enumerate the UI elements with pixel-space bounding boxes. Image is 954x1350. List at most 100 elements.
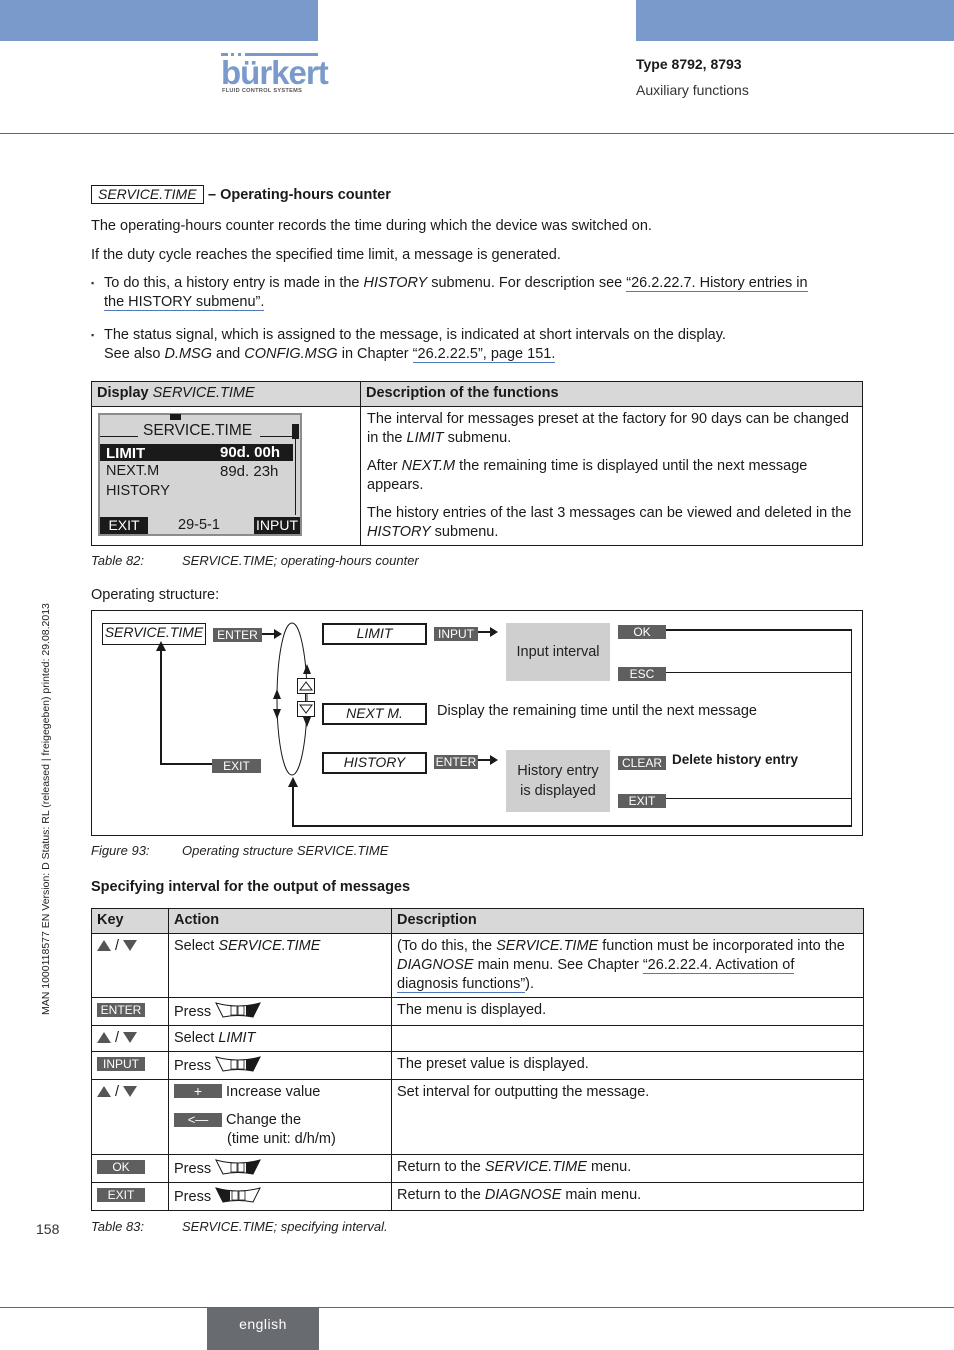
triangle-up-icon — [97, 940, 111, 951]
document-type: Type 8792, 8793 — [636, 56, 742, 72]
key-cell: / — [91, 933, 169, 998]
keypad-right-active-icon — [215, 1056, 262, 1072]
loop-arrow-up-left — [273, 689, 281, 699]
footer-divider — [0, 1307, 954, 1308]
display-row-next-m-value: 89d. 23h — [220, 463, 279, 480]
bottom-return-line — [292, 825, 852, 827]
function-name-box: SERVICE.TIME — [91, 185, 204, 204]
bullet-history: To do this, a history entry is made in t… — [91, 274, 864, 312]
display-input-softkey[interactable]: INPUT — [254, 517, 300, 534]
intro-paragraph-1: The operating-hours counter records the … — [91, 218, 652, 234]
triangle-down-icon — [123, 940, 138, 951]
table82-header-description: Description of the functions — [360, 381, 863, 407]
desc-limit: The interval for messages preset at the … — [367, 411, 849, 446]
link-history-entries[interactable]: “26.2.22.7. History entries in — [626, 275, 808, 292]
function-heading-text: – Operating-hours counter — [208, 187, 391, 203]
node-history: HISTORY — [322, 752, 427, 774]
exit-return-line — [160, 645, 162, 765]
exit-key-badge: EXIT — [97, 1188, 145, 1202]
language-tab[interactable]: english — [207, 1308, 319, 1350]
plus-key-badge: + — [174, 1084, 222, 1098]
key-esc: ESC — [618, 665, 666, 683]
brand-name: bürkert — [221, 54, 329, 91]
enter-key-badge: ENTER — [97, 1003, 145, 1017]
display-row-history-label: HISTORY — [106, 483, 170, 499]
loop-arrow-down-right — [303, 717, 311, 727]
up-arrow-key — [297, 678, 315, 694]
bullet-status-signal: The status signal, which is assigned to … — [91, 326, 864, 364]
display-row-limit: LIMIT 90d. 00h — [100, 444, 293, 462]
triangle-up-icon — [299, 681, 313, 691]
down-arrow-key — [297, 701, 315, 717]
table83-header-description: Description — [391, 908, 864, 934]
loop-arrow-down-left — [273, 709, 281, 719]
triangle-down-icon — [299, 704, 313, 714]
triangle-up-icon — [97, 1032, 111, 1043]
description-cell: (To do this, the SERVICE.TIME function m… — [391, 933, 864, 998]
display-row-next-m-label: NEXT.M — [106, 463, 160, 479]
link-chapter-26-2-22-5[interactable]: “26.2.22.5”, page 151. — [412, 346, 556, 363]
clear-description: Delete history entry — [672, 752, 799, 767]
keypad-left-active-icon — [215, 1187, 262, 1203]
keypad-right-active-icon — [215, 1002, 262, 1018]
header-band-left — [0, 0, 318, 41]
display-scrollbar-track — [295, 439, 296, 515]
page-number: 158 — [36, 1221, 60, 1237]
section-heading-specifying-interval: Specifying interval for the output of me… — [91, 879, 411, 895]
figure-93-operating-structure: SERVICE.TIME ENTER EXIT LIMIT NEXT M. HI… — [91, 610, 863, 836]
desc-history: The history entries of the last 3 messag… — [367, 505, 852, 540]
triangle-down-icon — [123, 1032, 138, 1043]
table83-header-key: Key — [91, 908, 169, 934]
back-arrow-key-badge: <— — [174, 1113, 222, 1127]
ok-key-badge: OK — [97, 1160, 145, 1174]
table-row: ENTER Press The menu is displayed. — [91, 997, 864, 1026]
keypad-right-active-icon — [215, 1159, 262, 1175]
section-title: Auxiliary functions — [636, 82, 749, 98]
table-row: / Select LIMIT — [91, 1025, 864, 1052]
next-m-description: Display the remaining time until the nex… — [437, 703, 757, 719]
display-exit-softkey[interactable]: EXIT — [100, 517, 148, 534]
table-83: Key Action Description / Select SERVICE.… — [91, 908, 864, 1211]
table82-description-cell: The interval for messages preset at the … — [360, 406, 863, 546]
desc-next-m: After NEXT.M the remaining time is displ… — [367, 458, 808, 493]
arrow-up-to-loop — [288, 777, 298, 787]
table-row: EXIT Press Return to the DIAGNOSE main m… — [91, 1182, 864, 1211]
node-next-m: NEXT M. — [322, 703, 427, 725]
display-scrollbar-thumb — [292, 424, 299, 439]
operating-structure-label: Operating structure: — [91, 587, 220, 603]
key-exit-history: EXIT — [618, 792, 666, 810]
table82-caption: Table 82: SERVICE.TIME; operating-hours c… — [91, 553, 419, 568]
input-key-badge: INPUT — [97, 1057, 145, 1071]
brand-tagline: FLUID CONTROL SYSTEMS — [222, 88, 303, 94]
intro-paragraph-2: If the duty cycle reaches the specified … — [91, 247, 561, 263]
loop-arrow-up-right — [303, 664, 311, 674]
key-input: INPUT — [434, 625, 478, 643]
link-history-entries-cont[interactable]: the HISTORY submenu”. — [104, 294, 265, 311]
triangle-up-icon — [97, 1086, 111, 1097]
node-limit: LIMIT — [322, 623, 427, 645]
triangle-down-icon — [123, 1086, 138, 1097]
header-band-right — [636, 0, 954, 41]
function-heading: SERVICE.TIME – Operating-hours counter — [91, 185, 391, 204]
key-ok: OK — [618, 623, 666, 641]
menu-loop-ellipse — [273, 622, 311, 776]
key-enter-history: ENTER — [434, 755, 478, 769]
device-display: SERVICE.TIME LIMIT 90d. 00h NEXT.M 89d. … — [98, 413, 302, 536]
display-menu-code: 29-5-1 — [178, 517, 220, 533]
key-clear: CLEAR — [618, 754, 666, 772]
table83-caption: Table 83: SERVICE.TIME; specifying interv… — [91, 1219, 388, 1234]
table-row: INPUT Press The preset value is displaye… — [91, 1051, 864, 1080]
action-cell: Select SERVICE.TIME — [168, 933, 392, 998]
table-row: / + Increase value <— Change the (time un… — [91, 1079, 864, 1155]
arrow-up-to-root — [156, 641, 166, 651]
history-entry-box: History entry is displayed — [506, 750, 610, 812]
display-title: SERVICE.TIME — [143, 422, 253, 439]
table-row: / Select SERVICE.TIME (To do this, the S… — [91, 933, 864, 998]
table-row: OK Press Return to the SERVICE.TIME menu… — [91, 1154, 864, 1183]
input-interval-box: Input interval — [506, 623, 610, 681]
figure93-caption: Figure 93: Operating structure SERVICE.TI… — [91, 843, 389, 858]
key-exit: EXIT — [212, 757, 261, 775]
key-enter: ENTER — [213, 626, 262, 644]
display-position-marker — [170, 414, 181, 420]
table83-header-action: Action — [168, 908, 392, 934]
